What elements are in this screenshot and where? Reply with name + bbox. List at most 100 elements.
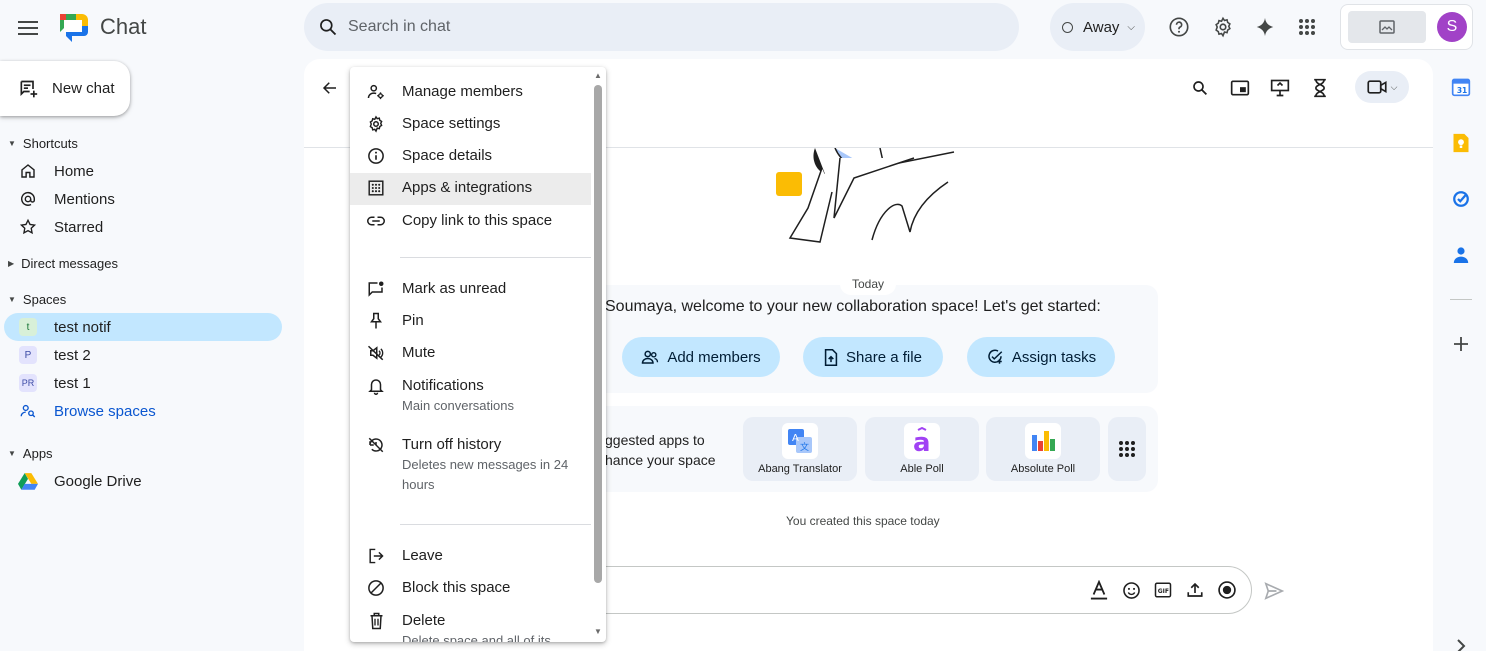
account-avatar[interactable]: S [1437,12,1467,42]
scroll-up-arrow-icon[interactable]: ▲ [593,70,603,80]
record-icon [1218,581,1236,599]
nav-item-space-test-2[interactable]: P test 2 [4,341,282,369]
sparkle-icon [1256,17,1274,37]
date-divider: Today [840,273,896,295]
menu-item-manage-members[interactable]: Manage members [350,82,591,104]
bell-icon [368,379,384,395]
menu-item-pin[interactable]: Pin [350,311,591,333]
menu-item-notifications[interactable]: Notifications Main conversations [350,376,591,418]
menu-item-delete[interactable]: Delete Delete space and all of its [350,611,591,642]
organization-logo[interactable] [1348,11,1426,43]
svg-text:a: a [913,428,931,455]
nav-item-label: Google Drive [54,472,142,490]
menu-item-label: Space settings [402,115,501,132]
upload-file-icon [824,348,838,366]
spaces-section-header[interactable]: ▼ Spaces [8,292,66,307]
new-chat-button[interactable]: New chat [0,61,130,116]
gif-button[interactable]: GIF [1151,578,1175,602]
search-bar[interactable]: Search in chat [304,3,1019,51]
welcome-illustration [760,148,970,248]
add-members-button[interactable]: Add members [622,337,780,377]
nav-item-starred[interactable]: Starred [4,213,282,241]
app-absolute-poll[interactable]: Absolute Poll [986,417,1100,481]
send-button[interactable] [1262,579,1286,603]
back-button[interactable] [316,74,344,102]
tasks-app-button[interactable] [1448,186,1474,212]
settings-button[interactable] [1207,11,1239,43]
emoji-button[interactable] [1119,578,1143,602]
open-in-popup-button[interactable] [1225,73,1255,103]
format-text-button[interactable] [1087,578,1111,602]
nav-item-mentions[interactable]: Mentions [4,185,282,213]
threads-button[interactable] [1305,73,1335,103]
nav-item-home[interactable]: Home [4,157,282,185]
nav-item-space-test-1[interactable]: PR test 1 [4,369,282,397]
search-icon [320,19,337,36]
nav-item-label: Starred [54,218,104,236]
more-apps-button[interactable] [1108,417,1146,481]
search-in-space-button[interactable] [1185,73,1215,103]
menu-item-mark-unread[interactable]: Mark as unread [350,279,591,301]
menu-item-leave[interactable]: Leave [350,546,591,568]
text-format-icon [1090,580,1108,600]
app-title[interactable]: Chat [100,14,146,40]
menu-item-space-settings[interactable]: Space settings [350,114,591,136]
nav-item-google-drive[interactable]: Google Drive [4,467,282,495]
contacts-app-button[interactable] [1448,242,1474,268]
record-video-button[interactable] [1215,578,1239,602]
star-icon [19,218,37,235]
block-icon [368,580,384,596]
gemini-button[interactable] [1249,11,1281,43]
menu-item-label: Pin [402,312,424,329]
help-button[interactable] [1163,11,1195,43]
space-avatar: t [19,318,37,336]
message-compose-box[interactable] [560,566,1252,614]
apps-launcher-button[interactable] [1291,11,1323,43]
main-menu-button[interactable] [12,12,44,44]
menu-scrollbar[interactable] [594,85,602,583]
info-icon [368,148,384,164]
menu-item-label: Turn off history [402,436,502,453]
calendar-app-button[interactable]: 31 [1448,74,1474,100]
apps-section-header[interactable]: ▼ Apps [8,446,53,461]
browse-spaces-link[interactable]: Browse spaces [4,397,282,425]
image-icon [1379,20,1395,34]
assign-tasks-button[interactable]: Assign tasks [967,337,1115,377]
present-button[interactable] [1265,73,1295,103]
arrow-back-icon [322,82,336,94]
video-call-button[interactable]: ⌵ [1355,71,1409,103]
chat-logo-icon [58,12,90,42]
menu-item-turn-off-history[interactable]: Turn off history Deletes new messages in… [350,435,591,495]
menu-item-space-details[interactable]: Space details [350,146,591,168]
menu-item-block-space[interactable]: Block this space [350,578,591,600]
svg-text:GIF: GIF [1158,588,1169,595]
caret-down-icon: ▼ [8,139,16,148]
nav-item-space-test-notif[interactable]: t test notif [4,313,282,341]
nav-item-label: test 1 [54,374,91,392]
app-able-poll[interactable]: a Able Poll [865,417,979,481]
nav-item-label: test notif [54,318,111,336]
expand-rail-button[interactable] [1448,633,1474,651]
get-addons-button[interactable] [1448,331,1474,357]
grid-icon [1119,441,1135,457]
keep-app-button[interactable] [1448,130,1474,156]
svg-text:31: 31 [1457,86,1467,95]
app-abang-translator[interactable]: A文 Abang Translator [743,417,857,481]
caret-down-icon: ▼ [8,295,16,304]
menu-item-mute[interactable]: Mute [350,343,591,365]
mute-icon [367,345,384,361]
menu-item-copy-link[interactable]: Copy link to this space [350,211,591,233]
google-drive-icon [18,473,38,490]
direct-messages-section-header[interactable]: ▶ Direct messages [8,256,118,271]
scroll-down-arrow-icon[interactable]: ▼ [593,626,603,636]
status-selector[interactable]: Away ⌵ [1050,3,1145,51]
menu-item-apps-integrations[interactable]: Apps & integrations [350,173,591,205]
upload-button[interactable] [1183,578,1207,602]
emoji-icon [1122,581,1140,599]
shortcuts-section-header[interactable]: ▼ Shortcuts [8,136,78,151]
absolute-poll-logo-icon [1025,423,1061,459]
share-file-button[interactable]: Share a file [803,337,943,377]
menu-item-label: Block this space [402,579,511,596]
hamburger-icon [18,21,38,35]
search-icon [1193,81,1208,96]
